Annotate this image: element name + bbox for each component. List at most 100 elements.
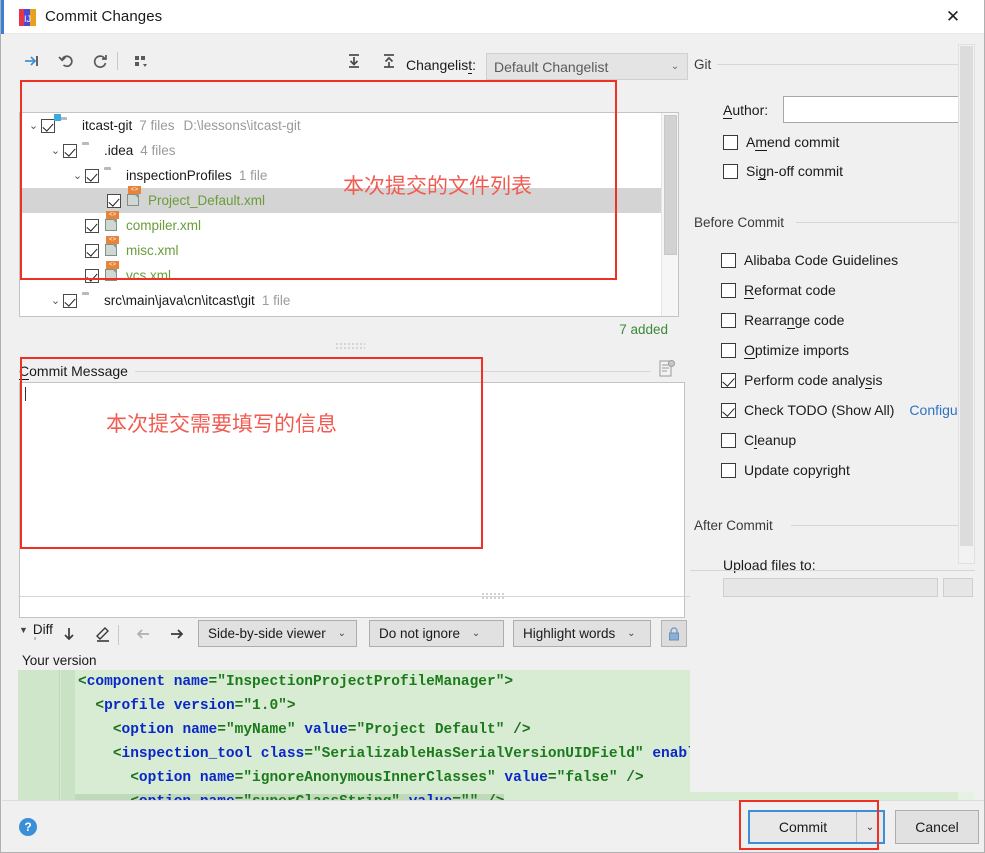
revert-icon[interactable]: [54, 48, 80, 74]
checkbox-box: [721, 312, 736, 328]
upload-files-combobox[interactable]: [723, 578, 938, 597]
after-commit-group-rule: [791, 525, 975, 526]
before-commit-group-label: Before Commit: [694, 215, 791, 230]
tree-row-checkbox[interactable]: [41, 118, 55, 133]
cancel-button[interactable]: Cancel: [895, 810, 979, 844]
chevron-down-icon: ⌄: [670, 61, 680, 72]
check-todo-checkbox[interactable]: Check TODO (Show All) Configure: [721, 402, 970, 418]
check-todo-label: Check TODO (Show All): [744, 402, 895, 418]
collapse-selection-icon[interactable]: [19, 48, 45, 74]
right-panel-scrollbar[interactable]: [958, 44, 975, 564]
commit-button[interactable]: Commit: [750, 812, 857, 842]
folder-icon: [82, 294, 99, 308]
tree-scrollbar[interactable]: [661, 113, 678, 316]
update-copyright-checkbox[interactable]: Update copyright: [721, 462, 850, 478]
diff-section-label: Diff: [32, 622, 53, 637]
chevron-down-icon[interactable]: ⌄: [26, 119, 41, 132]
git-group-label: Git: [694, 57, 718, 72]
tree-row-checkbox[interactable]: [85, 243, 99, 258]
rearrange-code-label: Rearrange code: [744, 312, 845, 329]
checkbox-box: [723, 163, 738, 179]
diff-section-header[interactable]: ▼ Diff: [19, 622, 61, 637]
chevron-down-icon: ⌄: [627, 628, 636, 639]
reformat-code-checkbox[interactable]: Reformat code: [721, 282, 836, 299]
chevron-down-icon[interactable]: ⌄: [48, 144, 63, 157]
highlight-mode-combobox[interactable]: Highlight words ⌄: [513, 620, 651, 647]
upload-browse-button[interactable]: [943, 578, 973, 597]
toolbar-separator: [117, 52, 118, 70]
folder-icon: [104, 169, 121, 183]
perform-code-analysis-label: Perform code analysis: [744, 372, 883, 389]
commit-changes-dialog: IJ Commit Changes ✕ Changelist: Default …: [0, 0, 985, 853]
changed-files-tree[interactable]: ⌄ itcast-git 7 files D:\lessons\itcast-git ⌄…: [19, 112, 679, 317]
tree-row[interactable]: ⌄ src\main\java\cn\itcast\git 1 file: [20, 288, 661, 313]
apply-left-icon[interactable]: [129, 620, 157, 648]
viewer-mode-combobox[interactable]: Side-by-side viewer ⌄: [198, 620, 357, 647]
tree-row[interactable]: ⌄ itcast-git 7 files D:\lessons\itcast-git: [20, 113, 661, 138]
alibaba-code-guidelines-checkbox[interactable]: Alibaba Code Guidelines: [721, 252, 898, 268]
rearrange-code-checkbox[interactable]: Rearrange code: [721, 312, 845, 329]
changelist-label: Changelist:: [406, 57, 477, 74]
annotation-text-file-list: 本次提交的文件列表: [343, 174, 532, 198]
folder-vcs-icon: [60, 119, 77, 133]
diff-toolbar-separator: [118, 625, 119, 645]
tree-row-checkbox[interactable]: [63, 143, 77, 158]
tree-row[interactable]: ⌄ inspectionProfiles 1 file: [20, 163, 661, 188]
tree-row-name: Project_Default.xml: [148, 193, 266, 208]
author-field[interactable]: [783, 96, 973, 123]
checkbox-box: [721, 342, 736, 358]
highlight-mode-value: Highlight words: [523, 626, 616, 641]
update-copyright-label: Update copyright: [744, 462, 850, 478]
lock-icon[interactable]: [661, 620, 687, 647]
tree-row[interactable]: <> misc.xml: [20, 235, 661, 263]
collapse-all-icon[interactable]: [376, 48, 402, 74]
tree-row[interactable]: ⌄ .idea 4 files: [20, 138, 661, 163]
refresh-icon[interactable]: [87, 48, 113, 74]
code-line: <profile version="1.0">: [95, 698, 296, 714]
changelist-combobox[interactable]: Default Changelist ⌄: [486, 53, 688, 80]
sign-off-commit-checkbox[interactable]: Sign-off commit: [723, 163, 843, 180]
tree-row-checkbox[interactable]: [85, 218, 99, 233]
tree-row[interactable]: <> compiler.xml: [20, 210, 661, 238]
help-icon[interactable]: ?: [19, 818, 37, 836]
tree-row-checkbox[interactable]: [85, 268, 99, 283]
chevron-down-icon[interactable]: ⌄: [857, 812, 883, 842]
tree-scrollbar-thumb[interactable]: [664, 115, 677, 255]
xml-file-icon: <>: [126, 185, 143, 208]
ignore-mode-combobox[interactable]: Do not ignore ⌄: [369, 620, 504, 647]
chevron-down-icon[interactable]: ⌄: [70, 169, 85, 182]
group-by-icon[interactable]: [128, 48, 154, 74]
diff-splitter-handle[interactable]: [481, 592, 505, 599]
apply-right-icon[interactable]: [163, 620, 191, 648]
edit-source-icon[interactable]: [89, 620, 117, 648]
tree-row[interactable]: <> Project_Default.xml: [20, 185, 661, 213]
after-commit-group-label: After Commit: [694, 518, 779, 533]
optimize-imports-label: Optimize imports: [744, 342, 850, 359]
checkbox-box: [721, 282, 736, 298]
checkbox-box: [721, 402, 736, 418]
tree-row-checkbox[interactable]: [63, 293, 77, 308]
changelist-value: Default Changelist: [494, 58, 609, 75]
code-line: <inspection_tool class="SerializableHasS…: [112, 746, 774, 762]
perform-code-analysis-checkbox[interactable]: Perform code analysis: [721, 372, 883, 389]
right-panel-scrollbar-thumb[interactable]: [960, 46, 973, 546]
tree-row-checkbox[interactable]: [107, 193, 121, 208]
tree-row-path: D:\lessons\itcast-git: [183, 118, 301, 133]
commit-split-button[interactable]: Commit ⌄: [748, 810, 885, 844]
cleanup-checkbox[interactable]: Cleanup: [721, 432, 796, 449]
tree-row[interactable]: <> vcs.xml: [20, 260, 661, 288]
reformat-code-label: Reformat code: [744, 282, 836, 299]
close-icon[interactable]: ✕: [930, 3, 976, 31]
xml-file-icon: <>: [104, 235, 121, 258]
annotation-text-commit-message: 本次提交需要填写的信息: [106, 412, 337, 436]
tree-row-checkbox[interactable]: [85, 168, 99, 183]
optimize-imports-checkbox[interactable]: Optimize imports: [721, 342, 850, 359]
chevron-down-icon[interactable]: ⌄: [48, 294, 63, 307]
vertical-splitter-handle[interactable]: [335, 342, 365, 349]
amend-commit-checkbox[interactable]: Amend commit: [723, 134, 839, 151]
tree-row-name: compiler.xml: [126, 218, 202, 233]
expand-all-icon[interactable]: [341, 48, 367, 74]
message-history-icon[interactable]: [657, 359, 677, 379]
tree-row-file-count: 1 file: [261, 293, 291, 308]
chevron-down-icon: ⌄: [337, 628, 346, 639]
